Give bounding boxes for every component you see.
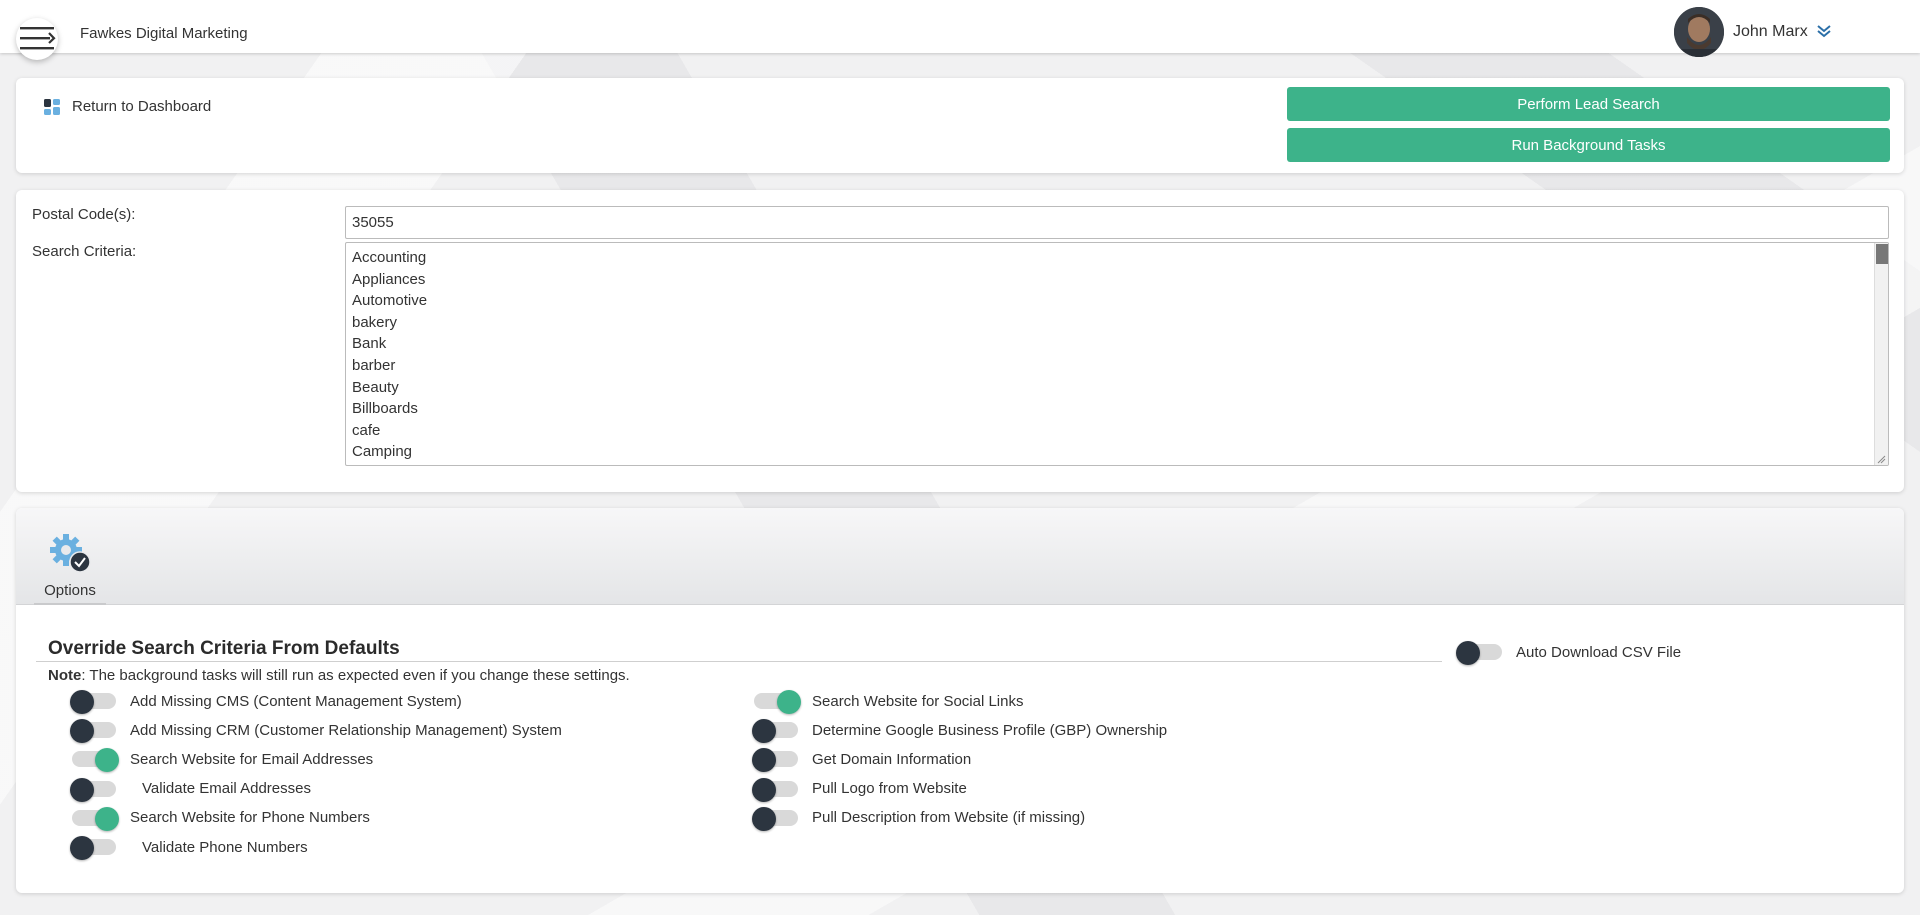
get-domain-information-toggle[interactable] (752, 748, 800, 773)
toggle-knob (70, 719, 94, 744)
top-bar: Fawkes Digital Marketing John Marx (0, 0, 1920, 60)
criteria-option[interactable]: Camping (352, 441, 1882, 463)
add-missing-cms-content-management-system-option[interactable]: Add Missing CMS (Content Management Syst… (70, 689, 462, 714)
determine-google-business-profile-gbp-ownership-toggle[interactable] (752, 719, 800, 744)
criteria-option[interactable]: cafe (352, 420, 1882, 442)
user-name[interactable]: John Marx (1733, 23, 1808, 41)
auto-download-csv-label: Auto Download CSV File (1516, 643, 1682, 661)
criteria-option[interactable]: Bank (352, 333, 1882, 355)
add-missing-cms-content-management-system-label: Add Missing CMS (Content Management Syst… (130, 692, 462, 710)
pull-description-from-website-if-missing-option[interactable]: Pull Description from Website (if missin… (752, 806, 1086, 831)
search-criteria-label: Search Criteria: (32, 243, 137, 260)
run-background-tasks-button[interactable]: Run Background Tasks (1287, 128, 1890, 162)
validate-email-addresses-toggle[interactable] (70, 777, 118, 802)
toggle-knob (752, 719, 776, 744)
hamburger-icon (20, 27, 56, 50)
toggle-knob (777, 690, 801, 714)
criteria-option[interactable]: Appliances (352, 269, 1882, 291)
criteria-scroll-thumb[interactable] (1876, 244, 1888, 264)
menu-button[interactable] (16, 18, 58, 60)
options-panel: Options Override Search Criteria From De… (16, 508, 1904, 893)
search-website-for-email-addresses-option[interactable]: Search Website for Email Addresses (70, 747, 374, 773)
validate-phone-numbers-label: Validate Phone Numbers (142, 838, 308, 856)
chevron-down-icon[interactable] (1815, 22, 1833, 44)
criteria-option[interactable]: Beauty (352, 377, 1882, 399)
add-missing-crm-customer-relationship-management-system-option[interactable]: Add Missing CRM (Customer Relationship M… (70, 718, 562, 744)
note-prefix: Note (48, 667, 82, 684)
determine-google-business-profile-gbp-ownership-label: Determine Google Business Profile (GBP) … (812, 721, 1168, 739)
note-text: Note: The background tasks will still ru… (48, 667, 630, 684)
search-website-for-email-addresses-toggle[interactable] (70, 748, 119, 773)
determine-google-business-profile-gbp-ownership-option[interactable]: Determine Google Business Profile (GBP) … (752, 718, 1168, 744)
search-website-for-email-addresses-label: Search Website for Email Addresses (130, 750, 374, 768)
criteria-option[interactable]: Accounting (352, 247, 1882, 269)
pull-logo-from-website-toggle[interactable] (752, 777, 800, 802)
brand-name: Fawkes Digital Marketing (80, 25, 248, 42)
toggle-knob (95, 748, 119, 773)
toggle-knob (70, 836, 94, 860)
search-panel: Postal Code(s): Search Criteria: Account… (16, 190, 1904, 492)
toggle-knob (1456, 641, 1480, 665)
avatar[interactable] (1674, 7, 1724, 57)
user-menu[interactable]: John Marx (1674, 6, 1833, 58)
validate-phone-numbers-toggle[interactable] (70, 836, 118, 860)
criteria-option[interactable]: Automotive (352, 290, 1882, 312)
section-title: Override Search Criteria From Defaults (48, 638, 400, 659)
search-website-for-social-links-toggle[interactable] (752, 690, 801, 714)
validate-phone-numbers-option[interactable]: Validate Phone Numbers (70, 835, 308, 860)
pull-description-from-website-if-missing-label: Pull Description from Website (if missin… (812, 809, 1086, 827)
dashboard-grid-icon (44, 98, 60, 115)
add-missing-crm-customer-relationship-management-system-label: Add Missing CRM (Customer Relationship M… (130, 721, 562, 739)
pull-description-from-website-if-missing-toggle[interactable] (752, 806, 800, 831)
auto-download-csv-option[interactable]: Auto Download CSV File (1456, 640, 1682, 665)
postal-code-input[interactable] (345, 206, 1889, 239)
search-website-for-social-links-option[interactable]: Search Website for Social Links (752, 689, 1024, 714)
tab-options-label[interactable]: Options (40, 582, 100, 599)
return-to-dashboard-link[interactable]: Return to Dashboard (44, 98, 211, 115)
validate-email-addresses-option[interactable]: Validate Email Addresses (70, 777, 311, 802)
resize-grip-icon[interactable] (1876, 454, 1886, 464)
search-website-for-phone-numbers-option[interactable]: Search Website for Phone Numbers (70, 806, 370, 831)
pull-logo-from-website-label: Pull Logo from Website (812, 780, 967, 798)
validate-email-addresses-label: Validate Email Addresses (142, 780, 311, 798)
note-body: : The background tasks will still run as… (81, 667, 630, 684)
auto-download-csv-toggle[interactable] (1456, 641, 1504, 665)
actions-panel: Return to Dashboard Perform Lead Search … (16, 78, 1904, 173)
toggle-knob (752, 777, 776, 802)
add-missing-cms-content-management-system-toggle[interactable] (70, 690, 118, 714)
pull-logo-from-website-option[interactable]: Pull Logo from Website (752, 777, 967, 802)
toggle-knob (70, 777, 94, 802)
section-divider (36, 661, 1442, 662)
return-to-dashboard-label[interactable]: Return to Dashboard (72, 98, 211, 115)
search-criteria-listbox[interactable]: Accounting Appliances Automotive bakery Bank… (345, 242, 1889, 466)
criteria-option[interactable]: barber (352, 355, 1882, 377)
toggle-knob (752, 748, 776, 773)
perform-lead-search-button[interactable]: Perform Lead Search (1287, 87, 1890, 121)
gear-check-icon (50, 534, 91, 573)
toggle-knob (70, 690, 94, 714)
add-missing-crm-customer-relationship-management-system-toggle[interactable] (70, 719, 118, 744)
options-tab-bar: Options (16, 508, 1904, 605)
criteria-option[interactable]: Billboards (352, 398, 1882, 420)
toggle-knob (95, 806, 119, 831)
postal-code-label: Postal Code(s): (32, 206, 136, 223)
search-website-for-phone-numbers-toggle[interactable] (70, 806, 119, 831)
criteria-scrollbar[interactable] (1874, 243, 1888, 465)
get-domain-information-option[interactable]: Get Domain Information (752, 747, 972, 773)
tab-options[interactable]: Options (34, 532, 106, 605)
toggle-knob (752, 806, 776, 831)
search-criteria-options[interactable]: Accounting Appliances Automotive bakery Bank… (346, 243, 1888, 465)
active-tab-indicator (34, 603, 106, 605)
get-domain-information-label: Get Domain Information (812, 750, 972, 768)
criteria-option[interactable]: bakery (352, 312, 1882, 334)
search-website-for-phone-numbers-label: Search Website for Phone Numbers (130, 809, 370, 827)
search-website-for-social-links-label: Search Website for Social Links (812, 692, 1024, 710)
